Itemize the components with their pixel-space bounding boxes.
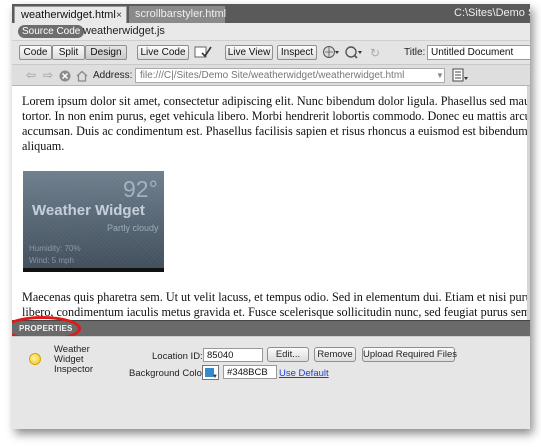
- view-options-icon[interactable]: [452, 68, 470, 84]
- title-label: Title:: [404, 47, 426, 58]
- color-swatch[interactable]: ▼: [202, 365, 219, 380]
- inspector-name: Weather Widget Inspector: [54, 344, 94, 375]
- inspect-button[interactable]: Inspect: [277, 45, 317, 60]
- tab-weatherwidget[interactable]: weatherwidget.html ×: [14, 6, 127, 23]
- tab-label: weatherwidget.html: [21, 9, 116, 21]
- title-input[interactable]: [427, 45, 530, 60]
- edit-button[interactable]: Edit...: [267, 347, 309, 362]
- widget-detail: Wind: 5 mph: [29, 256, 74, 265]
- address-input[interactable]: [135, 68, 445, 83]
- background-color-input[interactable]: [223, 365, 277, 379]
- file-path: C:\Sites\Demo Site\weatherwidget.html: [454, 7, 530, 19]
- live-code-button[interactable]: Live Code: [137, 45, 189, 60]
- vertical-scrollbar[interactable]: [527, 86, 530, 320]
- forward-icon[interactable]: ⇨: [41, 68, 55, 83]
- live-view-button[interactable]: Live View: [225, 45, 273, 60]
- related-files-bar: Source Code weatherwidget.js: [12, 23, 530, 40]
- source-code-button[interactable]: Source Code: [18, 25, 85, 38]
- widget-bottom-bar: [23, 268, 164, 272]
- widget-title: Weather Widget: [32, 202, 145, 219]
- back-icon[interactable]: ⇦: [24, 68, 38, 83]
- preview-browser-icon[interactable]: [322, 45, 340, 61]
- use-default-link[interactable]: Use Default: [279, 368, 329, 379]
- properties-panel: Weather Widget Inspector Location ID: Ed…: [12, 336, 530, 429]
- design-view[interactable]: Lorem ipsum dolor sit amet, consectetur …: [12, 86, 530, 320]
- widget-condition: Partly cloudy: [107, 223, 159, 233]
- browser-navigation-bar: ⇦ ⇨ Address: ▼: [12, 64, 530, 86]
- chevron-down-icon: ▼: [212, 374, 218, 380]
- address-label: Address:: [93, 70, 133, 81]
- widget-temperature: 92°: [123, 176, 158, 202]
- document-toolbar: Code Split Design Live Code Live View In…: [12, 40, 530, 64]
- design-view-button[interactable]: Design: [85, 45, 127, 60]
- background-color-label: Background Color:: [129, 368, 208, 379]
- split-view-button[interactable]: Split: [52, 45, 85, 60]
- code-view-button[interactable]: Code: [19, 45, 52, 60]
- tab-scrollbarstyler[interactable]: scrollbarstyler.html: [129, 6, 227, 23]
- close-icon[interactable]: ×: [116, 7, 122, 24]
- related-file-link[interactable]: weatherwidget.js: [83, 23, 165, 40]
- tab-label: scrollbarstyler.html: [135, 8, 227, 20]
- stop-icon[interactable]: [58, 68, 72, 83]
- refresh-icon[interactable]: ↻: [368, 45, 382, 61]
- remove-button[interactable]: Remove: [314, 347, 356, 362]
- location-id-input[interactable]: [203, 348, 263, 362]
- paragraph: Lorem ipsum dolor sit amet, consectetur …: [22, 94, 530, 153]
- paragraph: Maecenas quis pharetra sem. Ut ut velit …: [22, 290, 530, 319]
- sun-icon: [29, 353, 41, 365]
- document-tab-bar: weatherwidget.html × scrollbarstyler.htm…: [12, 4, 530, 23]
- location-id-label: Location ID:: [152, 351, 203, 362]
- upload-required-files-button[interactable]: Upload Required Files: [362, 347, 457, 362]
- properties-panel-header[interactable]: PROPERTIES: [12, 316, 530, 341]
- check-compatibility-icon[interactable]: [193, 45, 213, 61]
- dreamweaver-window: weatherwidget.html × scrollbarstyler.htm…: [12, 4, 530, 429]
- home-icon[interactable]: [75, 68, 89, 83]
- visual-aids-icon[interactable]: [344, 45, 364, 61]
- chevron-down-icon[interactable]: ▼: [436, 68, 448, 83]
- weather-widget[interactable]: 92° Weather Widget Partly cloudy Humidit…: [23, 171, 164, 272]
